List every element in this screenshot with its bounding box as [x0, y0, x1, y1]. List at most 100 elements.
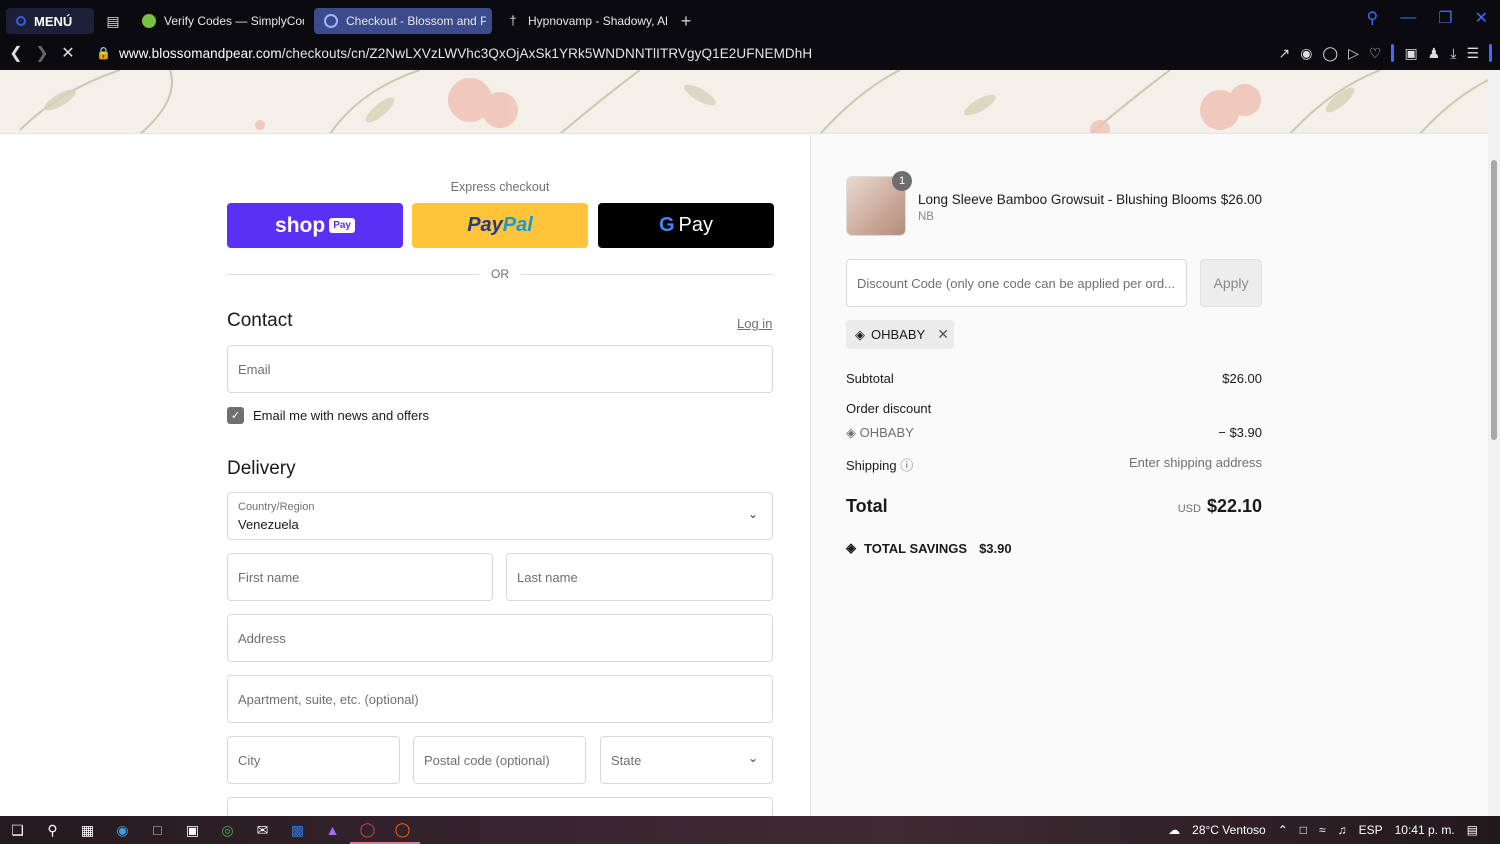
- or-label: OR: [491, 267, 509, 281]
- lock-icon[interactable]: 🔒: [96, 46, 111, 60]
- profile-icon[interactable]: ♟: [1428, 45, 1441, 62]
- last-name-field[interactable]: Last name: [506, 553, 773, 601]
- opera-icon[interactable]: ◯: [385, 816, 420, 844]
- adblock-icon[interactable]: ◯: [1322, 45, 1338, 62]
- delivery-heading: Delivery: [227, 458, 296, 479]
- forward-icon[interactable]: ❯: [30, 43, 54, 63]
- paypal-button[interactable]: Pay Pal: [412, 203, 588, 248]
- chevron-up-icon[interactable]: ⌃: [1278, 823, 1288, 837]
- page-scrollbar[interactable]: [1488, 70, 1500, 816]
- close-icon[interactable]: ✕: [1475, 8, 1488, 28]
- shop-pay-wordmark: shop: [275, 213, 326, 237]
- apply-button[interactable]: Apply: [1200, 259, 1262, 307]
- quantity-badge: 1: [892, 171, 912, 191]
- browser-menu-button[interactable]: MENÚ: [6, 8, 94, 34]
- extensions-icon[interactable]: ▣: [1404, 45, 1417, 62]
- newsletter-checkbox-row[interactable]: ✓ Email me with news and offers: [227, 407, 429, 424]
- product-variant: NB: [918, 211, 934, 223]
- tab-checkout[interactable]: Checkout - Blossom and P: [314, 8, 492, 34]
- contact-heading: Contact: [227, 310, 293, 331]
- search-icon[interactable]: ⚲: [1367, 8, 1379, 28]
- address-placeholder: Address: [238, 630, 286, 646]
- google-pay-button[interactable]: G Pay: [598, 203, 774, 248]
- currency-code: USD: [1177, 503, 1201, 515]
- product-name: Long Sleeve Bamboo Growsuit - Blushing B…: [918, 192, 1217, 207]
- city-field[interactable]: City: [227, 736, 400, 784]
- tab-label: Checkout - Blossom and P: [346, 14, 486, 28]
- floral-pattern-image: [19, 70, 1488, 133]
- email-field[interactable]: Email: [227, 345, 773, 393]
- store-icon[interactable]: ▣: [175, 816, 210, 844]
- last-name-placeholder: Last name: [517, 569, 578, 585]
- easy-setup-icon[interactable]: ☰: [1466, 45, 1479, 62]
- heart-icon[interactable]: ♡: [1369, 45, 1382, 62]
- wifi-icon[interactable]: ≈: [1319, 823, 1326, 837]
- scrollbar-thumb[interactable]: [1491, 160, 1497, 440]
- log-in-link[interactable]: Log in: [737, 316, 772, 331]
- app-a-icon[interactable]: ▲: [315, 816, 350, 844]
- tab-hypnovamp[interactable]: † Hypnovamp - Shadowy, Al: [496, 8, 674, 34]
- system-tray: ☁ 28°C Ventoso ⌃ □ ≈ ♫ ESP 10:41 p. m. ▤: [1168, 816, 1500, 844]
- order-discount-label: Order discount: [846, 401, 932, 416]
- apartment-field[interactable]: Apartment, suite, etc. (optional): [227, 675, 773, 723]
- file-explorer-icon[interactable]: □: [140, 816, 175, 844]
- country-label: Country/Region: [238, 501, 315, 513]
- camera-icon[interactable]: ◉: [1300, 45, 1312, 62]
- chevron-down-icon: ⌄: [747, 751, 758, 765]
- discount-code-input[interactable]: Discount Code (only one code can be appl…: [846, 259, 1187, 307]
- subtotal-row: Subtotal $26.00: [846, 371, 1262, 386]
- paypal-wordmark-pay: Pay: [467, 214, 503, 236]
- subtotal-value: $26.00: [1222, 371, 1262, 386]
- postal-code-field[interactable]: Postal code (optional): [413, 736, 586, 784]
- shipping-label: Shipping: [846, 458, 897, 473]
- sidebar-toggle-icon[interactable]: ▤: [98, 8, 128, 34]
- floral-header-banner: [0, 70, 1488, 134]
- address-field[interactable]: Address: [227, 614, 773, 662]
- order-discount-row: Order discount: [846, 401, 1262, 416]
- share-icon[interactable]: ↗: [1278, 45, 1290, 62]
- send-icon[interactable]: ▷: [1348, 45, 1359, 62]
- new-tab-button[interactable]: +: [674, 11, 698, 32]
- newsletter-label: Email me with news and offers: [253, 408, 430, 423]
- url-field[interactable]: www.blossomandpear.com/checkouts/cn/Z2Nw…: [119, 46, 812, 61]
- shop-pay-badge: Pay: [329, 218, 355, 233]
- language-indicator[interactable]: ESP: [1359, 823, 1383, 837]
- tab-verify-codes[interactable]: Verify Codes — SimplyCod: [132, 8, 310, 34]
- order-summary-panel: [810, 134, 1488, 816]
- stop-loading-icon[interactable]: ✕: [56, 43, 80, 63]
- task-view-icon[interactable]: ▦: [70, 816, 105, 844]
- clock[interactable]: 10:41 p. m.: [1395, 823, 1455, 837]
- info-icon[interactable]: ⓘ: [900, 458, 913, 473]
- remove-code-icon[interactable]: ✕: [937, 326, 949, 343]
- shipping-value: Enter shipping address: [1129, 455, 1262, 470]
- back-icon[interactable]: ❮: [4, 43, 28, 63]
- notifications-icon[interactable]: ▤: [1467, 823, 1478, 837]
- weather-text[interactable]: 28°C Ventoso: [1192, 823, 1266, 837]
- tag-icon: ◈: [846, 425, 860, 440]
- country-select[interactable]: Country/Region Venezuela ⌄: [227, 492, 773, 540]
- opera-gx-icon[interactable]: ◯: [350, 816, 385, 844]
- weather-icon[interactable]: ☁: [1168, 823, 1180, 837]
- first-name-field[interactable]: First name: [227, 553, 493, 601]
- checkbox-checked-icon[interactable]: ✓: [227, 407, 244, 424]
- hypnovamp-favicon-icon: †: [509, 13, 517, 28]
- shop-pay-button[interactable]: shop Pay: [227, 203, 403, 248]
- apartment-placeholder: Apartment, suite, etc. (optional): [238, 691, 419, 707]
- minimize-icon[interactable]: —: [1400, 9, 1416, 27]
- postal-placeholder: Postal code (optional): [424, 752, 550, 768]
- mail-icon[interactable]: ✉: [245, 816, 280, 844]
- discount-value: − $3.90: [1218, 425, 1262, 440]
- search-icon[interactable]: ⚲: [35, 816, 70, 844]
- windows-start-icon[interactable]: ❏: [0, 816, 35, 844]
- savings-label: TOTAL SAVINGS: [864, 540, 968, 556]
- edge-icon[interactable]: ◉: [105, 816, 140, 844]
- restore-icon[interactable]: ❐: [1438, 8, 1452, 28]
- word-icon[interactable]: ▩: [280, 816, 315, 844]
- chrome-icon[interactable]: ◎: [210, 816, 245, 844]
- download-icon[interactable]: ⤓: [1450, 45, 1456, 62]
- express-checkout-label: Express checkout: [450, 180, 550, 194]
- phone-field-partial[interactable]: [227, 797, 773, 816]
- meet-now-icon[interactable]: □: [1300, 823, 1307, 837]
- volume-icon[interactable]: ♫: [1338, 823, 1347, 837]
- state-select[interactable]: State ⌄: [600, 736, 773, 784]
